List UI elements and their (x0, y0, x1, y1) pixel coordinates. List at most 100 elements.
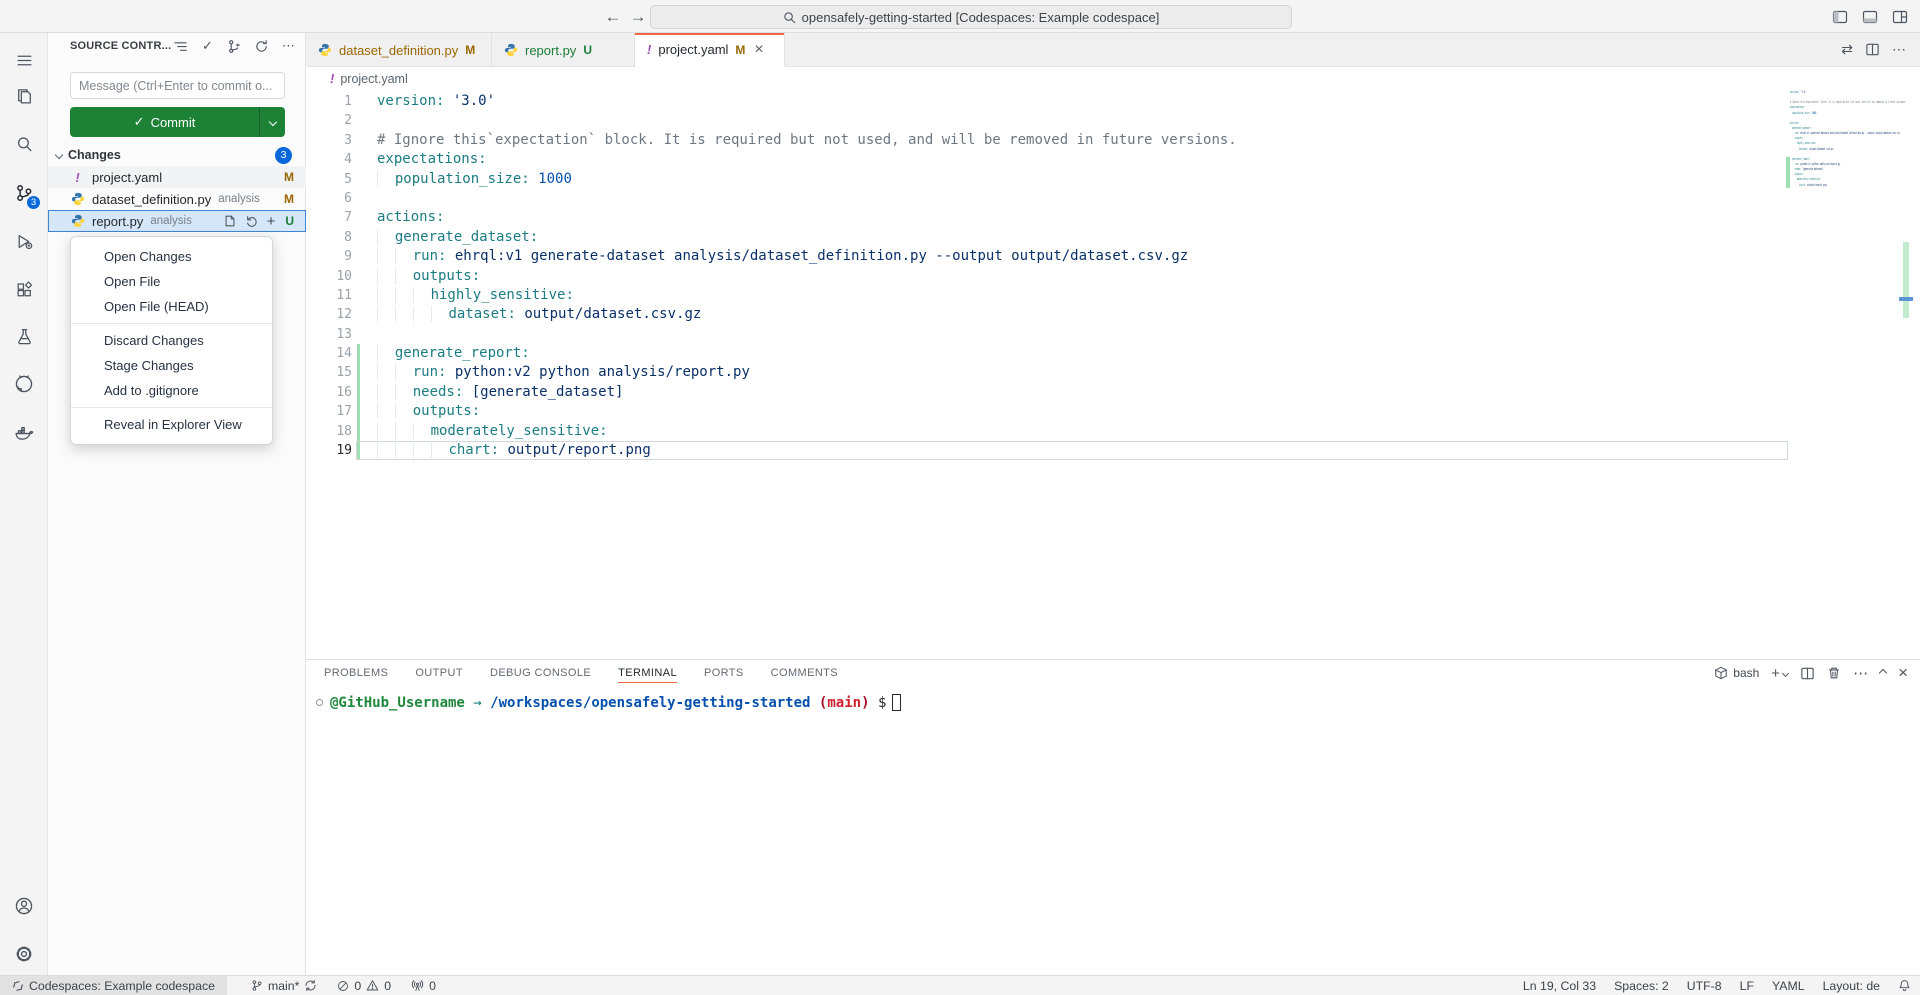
tab-comments[interactable]: COMMENTS (771, 660, 838, 686)
ports-indicator[interactable]: 0 (401, 976, 446, 995)
menu-item-open-file[interactable]: Open File (71, 269, 272, 294)
language-mode[interactable]: YAML (1763, 976, 1814, 995)
terminal-view[interactable]: @GitHub_Username → /workspaces/opensafel… (306, 686, 1920, 975)
account-icon[interactable] (0, 886, 48, 926)
create-branch-icon[interactable] (225, 37, 243, 55)
code-line-6[interactable]: 6 (306, 189, 1790, 208)
problems-indicator[interactable]: 0 0 (327, 976, 401, 995)
more-actions-icon[interactable]: ⋯ (1853, 664, 1868, 682)
split-terminal-icon[interactable] (1800, 666, 1815, 681)
customize-layout-icon[interactable] (1890, 7, 1910, 27)
minimap[interactable]: version: '3.0'# Ignore this`expectation`… (1790, 90, 1906, 290)
notifications-bell-icon[interactable] (1889, 976, 1920, 995)
toggle-panel-icon[interactable] (1860, 7, 1880, 27)
code-line-9[interactable]: 9 run: ehrql:v1 generate-dataset analysi… (306, 247, 1790, 266)
view-and-sort-icon[interactable] (171, 37, 189, 55)
close-panel-icon[interactable]: × (1898, 663, 1908, 683)
menu-item-add-to-gitignore[interactable]: Add to .gitignore (71, 378, 272, 403)
explorer-icon[interactable] (0, 76, 48, 116)
tab-report-py[interactable]: report.py U (492, 33, 635, 67)
extensions-icon[interactable] (0, 270, 48, 310)
keyboard-layout[interactable]: Layout: de (1814, 976, 1889, 995)
menu-item-stage-changes[interactable]: Stage Changes (71, 353, 272, 378)
breadcrumb-item: project.yaml (340, 72, 407, 86)
tab-problems[interactable]: PROBLEMS (324, 660, 388, 686)
menu-item-discard-changes[interactable]: Discard Changes (71, 328, 272, 353)
code-line-11[interactable]: 11 highly_sensitive: (306, 286, 1790, 305)
code-line-3[interactable]: 3# Ignore this`expectation` block. It is… (306, 131, 1790, 150)
command-center-search[interactable]: opensafely-getting-started [Codespaces: … (650, 5, 1292, 29)
docker-icon[interactable] (0, 413, 48, 453)
code-line-8[interactable]: 8 generate_dataset: (306, 228, 1790, 247)
breadcrumb[interactable]: ! project.yaml (306, 67, 1920, 90)
more-actions-icon[interactable]: ⋯ (279, 37, 297, 55)
minimap-content: version: '3.0'# Ignore this`expectation`… (1790, 90, 1906, 188)
tab-output[interactable]: OUTPUT (415, 660, 463, 686)
changes-section-header[interactable]: Changes 3 (48, 144, 306, 166)
more-actions-icon[interactable]: ⋯ (1892, 41, 1906, 58)
commit-check-icon[interactable]: ✓ (198, 37, 216, 55)
github-icon[interactable] (0, 364, 48, 404)
code-line-12[interactable]: 12 dataset: output/dataset.csv.gz (306, 305, 1790, 324)
tab-project-yaml[interactable]: ! project.yaml M × (635, 33, 785, 67)
file-name: report.py (92, 214, 143, 229)
tab-ports[interactable]: PORTS (704, 660, 744, 686)
commit-button[interactable]: ✓Commit (70, 107, 285, 137)
code-line-2[interactable]: 2 (306, 111, 1790, 130)
file-row-project-yaml[interactable]: ! project.yaml M (48, 166, 306, 188)
tab-debug-console[interactable]: DEBUG CONSOLE (490, 660, 591, 686)
git-status-badge: M (284, 170, 294, 184)
code-line-16[interactable]: 16 needs: [generate_dataset] (306, 383, 1790, 402)
stage-changes-icon[interactable]: + (267, 213, 276, 230)
code-line-17[interactable]: 17 outputs: (306, 402, 1790, 421)
code-line-13[interactable]: 13 (306, 325, 1790, 344)
settings-gear-icon[interactable] (0, 934, 48, 974)
remote-indicator[interactable]: Codespaces: Example codespace (0, 976, 227, 995)
new-terminal-icon[interactable]: + (1771, 665, 1788, 682)
commit-dropdown[interactable] (259, 107, 285, 137)
code-line-5[interactable]: 5 population_size: 1000 (306, 170, 1790, 189)
forward-icon[interactable]: → (626, 5, 650, 29)
code-line-4[interactable]: 4expectations: (306, 150, 1790, 169)
menu-item-open-changes[interactable]: Open Changes (71, 244, 272, 269)
command-decoration-icon[interactable] (316, 699, 323, 706)
back-icon[interactable]: ← (601, 5, 625, 29)
open-file-icon[interactable] (223, 214, 237, 228)
discard-changes-icon[interactable] (245, 214, 259, 228)
eol-sequence[interactable]: LF (1731, 976, 1763, 995)
tab-dataset-definition[interactable]: dataset_definition.py M (306, 33, 492, 67)
cursor-position[interactable]: Ln 19, Col 33 (1514, 976, 1605, 995)
code-line-7[interactable]: 7actions: (306, 208, 1790, 227)
code-line-19[interactable]: 19 chart: output/report.png (306, 441, 1790, 460)
code-line-1[interactable]: 1version: '3.0' (306, 92, 1790, 111)
chevron-down-icon (55, 151, 63, 159)
maximize-panel-icon[interactable] (1880, 670, 1886, 676)
shell-selector[interactable]: bash (1714, 666, 1759, 680)
close-icon[interactable]: × (754, 42, 763, 58)
branch-indicator[interactable]: main* (241, 976, 327, 995)
code-line-14[interactable]: 14 generate_report: (306, 344, 1790, 363)
kill-terminal-icon[interactable] (1827, 666, 1841, 680)
tab-terminal[interactable]: TERMINAL (618, 660, 677, 686)
tab-dirty-badge: M (735, 43, 745, 57)
run-and-debug-icon[interactable] (0, 221, 48, 261)
encoding[interactable]: UTF-8 (1678, 976, 1731, 995)
code-line-15[interactable]: 15 run: python:v2 python analysis/report… (306, 363, 1790, 382)
file-row-dataset-definition[interactable]: dataset_definition.py analysis M (48, 188, 306, 210)
code-line-10[interactable]: 10 outputs: (306, 267, 1790, 286)
menu-icon[interactable] (0, 40, 48, 80)
indentation[interactable]: Spaces: 2 (1605, 976, 1678, 995)
file-row-report-py[interactable]: report.py analysis + U (48, 210, 306, 232)
menu-item-reveal-in-explorer[interactable]: Reveal in Explorer View (71, 412, 272, 437)
split-editor-icon[interactable] (1865, 42, 1880, 57)
code-area[interactable]: 1version: '3.0'23# Ignore this`expectati… (306, 90, 1920, 659)
testing-beaker-icon[interactable] (0, 316, 48, 356)
source-control-icon[interactable]: 3 (0, 173, 48, 213)
code-line-18[interactable]: 18 moderately_sensitive: (306, 422, 1790, 441)
menu-item-open-file-head[interactable]: Open File (HEAD) (71, 294, 272, 319)
commit-message-input[interactable] (70, 72, 285, 99)
compare-changes-icon[interactable]: ⇄ (1841, 41, 1853, 58)
refresh-icon[interactable] (252, 37, 270, 55)
search-view-icon[interactable] (0, 124, 48, 164)
toggle-sidebar-icon[interactable] (1830, 7, 1850, 27)
